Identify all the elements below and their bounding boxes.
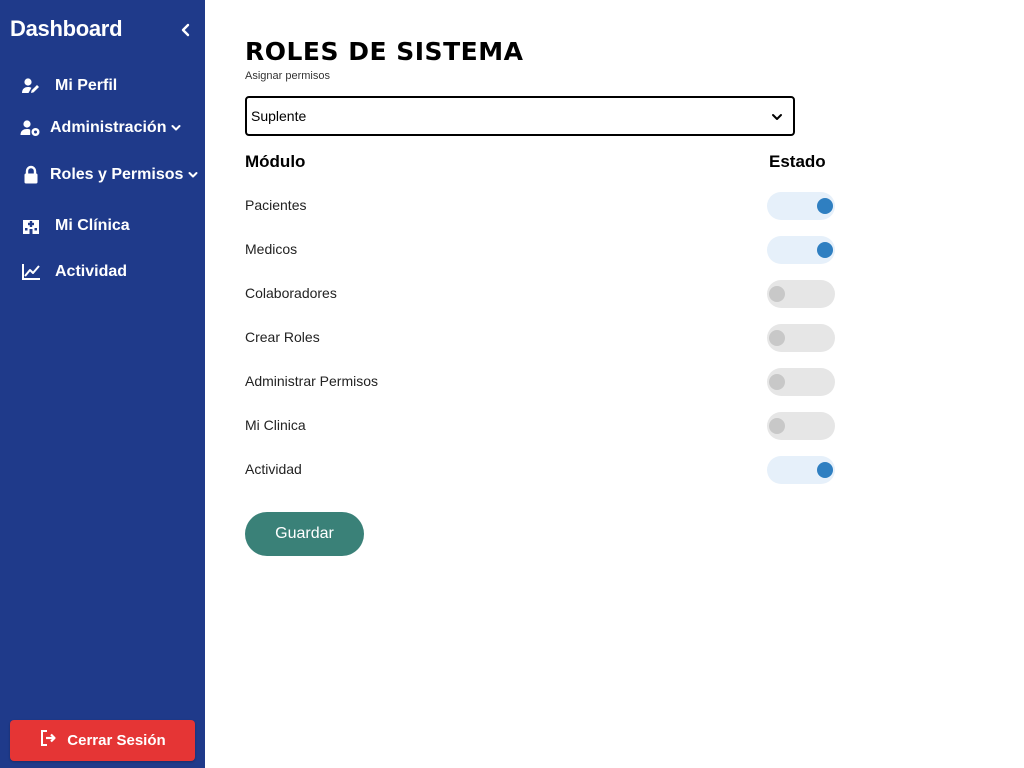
sidebar-item-administracion[interactable]: Administración — [20, 115, 182, 141]
permission-toggle[interactable] — [767, 324, 835, 352]
sidebar-header: Dashboard — [10, 14, 195, 46]
page-subtitle: Asignar permisos — [245, 70, 330, 82]
sidebar-item-mi-clinica[interactable]: Mi Clínica — [20, 213, 130, 239]
sidebar-item-label: Actividad — [55, 263, 128, 280]
page-title: ROLES DE SISTEMA — [245, 37, 524, 66]
list-item: Mi Clinica — [245, 412, 845, 440]
sign-out-icon — [39, 729, 57, 752]
permission-toggle[interactable] — [767, 456, 835, 484]
module-name: Administrar Permisos — [245, 373, 379, 389]
sidebar-item-label: Administración — [50, 119, 167, 136]
logout-label: Cerrar Sesión — [67, 732, 166, 749]
list-item: Administrar Permisos — [245, 368, 845, 396]
permission-toggle[interactable] — [767, 412, 835, 440]
role-select-value: Suplente — [251, 108, 307, 124]
module-name: Crear Roles — [245, 329, 320, 345]
toggle-knob — [769, 418, 785, 434]
module-name: Medicos — [245, 241, 298, 257]
module-name: Mi Clinica — [245, 417, 306, 433]
toggle-knob — [769, 330, 785, 346]
permission-toggle[interactable] — [767, 192, 835, 220]
chevron-down-icon — [170, 122, 182, 134]
list-item: Medicos — [245, 236, 845, 264]
module-name: Pacientes — [245, 197, 307, 213]
toggle-knob — [817, 198, 833, 214]
toggle-knob — [769, 286, 785, 302]
role-select[interactable]: Suplente — [245, 96, 795, 136]
sidebar-item-label: Mi Perfil — [55, 77, 118, 94]
hospital-icon — [20, 216, 42, 236]
list-item: Actividad — [245, 456, 845, 484]
toggle-knob — [817, 462, 833, 478]
permission-toggle[interactable] — [767, 368, 835, 396]
sidebar-item-mi-perfil[interactable]: Mi Perfil — [20, 73, 117, 99]
sidebar-item-label: Roles y Permisos — [50, 166, 184, 183]
list-item: Pacientes — [245, 192, 845, 220]
module-column-header: Módulo — [245, 152, 306, 171]
permission-toggle[interactable] — [767, 236, 835, 264]
logout-button[interactable]: Cerrar Sesión — [10, 720, 195, 761]
main-content: ROLES DE SISTEMA Asignar permisos Suplen… — [245, 0, 1005, 768]
user-gear-icon — [20, 118, 42, 138]
sidebar: Dashboard Mi Perfil Administración Roles… — [0, 0, 205, 768]
chevron-left-icon[interactable] — [177, 20, 193, 40]
status-column-header: Estado — [769, 152, 826, 171]
list-item: Colaboradores — [245, 280, 845, 308]
permission-toggle[interactable] — [767, 280, 835, 308]
chevron-down-icon — [187, 169, 199, 181]
toggle-knob — [769, 374, 785, 390]
module-name: Actividad — [245, 461, 302, 477]
lock-icon — [20, 165, 42, 185]
sidebar-item-label: Mi Clínica — [55, 217, 130, 234]
sidebar-item-actividad[interactable]: Actividad — [20, 259, 127, 285]
sidebar-item-roles-permisos[interactable]: Roles y Permisos — [20, 162, 199, 188]
chart-line-icon — [20, 262, 42, 282]
list-item: Crear Roles — [245, 324, 845, 352]
chevron-down-icon — [771, 110, 783, 122]
module-name: Colaboradores — [245, 285, 337, 301]
user-edit-icon — [20, 76, 42, 96]
sidebar-title: Dashboard — [10, 16, 123, 41]
save-button[interactable]: Guardar — [245, 512, 364, 556]
toggle-knob — [817, 242, 833, 258]
